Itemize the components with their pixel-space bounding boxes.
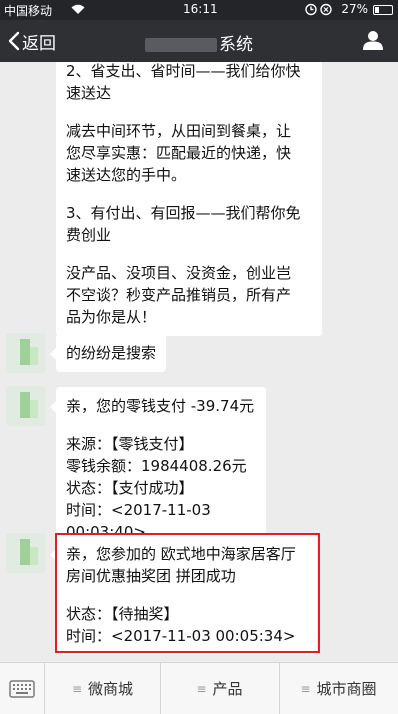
avatar[interactable]: [6, 533, 46, 573]
message-text: 3、有付出、有回报——我们帮你免 费创业: [66, 204, 301, 244]
menu-item-products[interactable]: ≡ 产品: [160, 663, 280, 714]
user-icon[interactable]: [362, 29, 384, 51]
payment-balance: 零钱余额：1984408.26元: [66, 457, 247, 475]
clock-time: 16:11: [183, 2, 218, 16]
status-icons: [305, 3, 332, 16]
payment-status: 状态：【支付成功】: [66, 479, 194, 497]
group-buy-status: 状态：【待抽奖】: [66, 605, 179, 623]
message-bubble-payment: 亲，您的零钱支付 -39.74元 来源：【零钱支付】 零钱余额：1984408.…: [50, 387, 266, 551]
title-suffix: 系统: [219, 35, 253, 55]
menu-item-city-business[interactable]: ≡ 城市商圈: [279, 663, 398, 714]
avatar[interactable]: [6, 333, 46, 373]
menu-lines-icon: ≡: [71, 681, 83, 696]
group-buy-text: 亲，您参加的 欧式地中海家居客厅 房间优惠抽奖团 拼团成功: [66, 545, 296, 585]
keyboard-toggle-button[interactable]: [0, 663, 45, 714]
wifi-icon: [71, 4, 85, 15]
message-text: 2、省支出、省时间——我们给你快 速送达: [66, 62, 301, 102]
payment-source: 来源：【零钱支付】: [66, 435, 194, 453]
status-bar: 中国移动 16:11 27%: [0, 0, 398, 20]
message-bubble-group-buy: 亲，您参加的 欧式地中海家居客厅 房间优惠抽奖团 拼团成功 状态：【待抽奖】 时…: [50, 535, 317, 655]
carrier-name: 中国移动: [4, 4, 53, 18]
message-text: 没产品、没项目、没资金，创业岂 不空谈？秒变产品推销员，所有产 品为你是从！: [66, 264, 292, 326]
battery-icon: [373, 5, 393, 15]
page-title: 系统: [0, 30, 398, 55]
chat-area[interactable]: 2、省支出、省时间——我们给你快 速送达 减去中间环节，从田间到餐桌，让 您尽享…: [0, 62, 398, 662]
message-bubble-intro: 2、省支出、省时间——我们给你快 速送达 减去中间环节，从田间到餐桌，让 您尽享…: [56, 62, 322, 336]
menu-item-label: 微商城: [88, 680, 134, 698]
message-text: 减去中间环节，从田间到餐桌，让 您尽享实惠：匹配最近的快递，快 速送达您的手中。: [66, 122, 292, 184]
menu-item-microshop[interactable]: ≡ 微商城: [45, 663, 161, 714]
message-text: 的纷纷是搜索: [66, 344, 157, 362]
keyboard-icon: [9, 679, 35, 698]
menu-item-label: 城市商圈: [316, 680, 377, 698]
nav-header: 返回 系统: [0, 20, 398, 62]
menu-lines-icon: ≡: [196, 681, 207, 696]
battery-fill: [375, 7, 379, 13]
group-buy-time: 时间：<2017-11-03 00:05:34>: [66, 627, 296, 645]
avatar[interactable]: [6, 386, 46, 426]
menu-lines-icon: ≡: [300, 681, 311, 696]
battery-percent: 27%: [341, 2, 368, 16]
redacted-title: [145, 38, 217, 52]
payment-amount: 亲，您的零钱支付 -39.74元: [66, 397, 255, 415]
message-bubble: 的纷纷是搜索: [50, 334, 167, 372]
menu-item-label: 产品: [212, 680, 243, 698]
bottom-menu-bar: ≡ 微商城 ≡ 产品 ≡ 城市商圈: [0, 662, 398, 714]
